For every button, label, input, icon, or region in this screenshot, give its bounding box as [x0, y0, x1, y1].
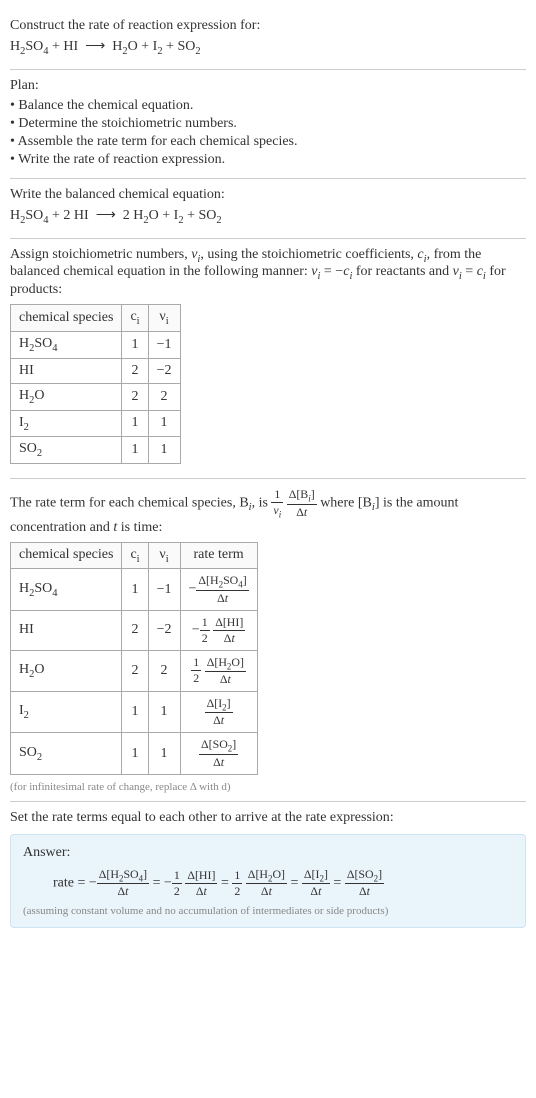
cell: 2 — [148, 650, 180, 691]
cell: 1 — [122, 410, 148, 437]
cell: −1 — [148, 331, 180, 358]
infinitesimal-note: (for infinitesimal rate of change, repla… — [10, 781, 526, 793]
cell: H2SO4 — [11, 331, 122, 358]
rate-expression: rate = −Δ[H2SO4]Δt = −12 Δ[HI]Δt = 12 Δ[… — [53, 867, 513, 899]
balanced-equation: H2SO4 + 2 HI ⟶ 2 H2O + I2 + SO2 — [10, 207, 526, 226]
table-header: ci — [122, 305, 148, 332]
table-row: H2SO41−1 — [11, 331, 181, 358]
cell: 1 — [122, 331, 148, 358]
cell: 1 — [122, 437, 148, 464]
cell: −2 — [148, 610, 180, 650]
cell: 2 — [122, 383, 148, 410]
intro-section: Construct the rate of reaction expressio… — [10, 10, 526, 70]
cell: 2 — [122, 358, 148, 383]
plan-section: Plan: • Balance the chemical equation. •… — [10, 70, 526, 179]
cell: H2O — [11, 650, 122, 691]
table-header: rate term — [180, 542, 257, 569]
cell: 1 — [122, 733, 148, 774]
plan-title: Plan: — [10, 78, 526, 94]
cell: −Δ[H2SO4]Δt — [180, 569, 257, 610]
table-header: νi — [148, 305, 180, 332]
cell: 1 — [122, 569, 148, 610]
cell: Δ[SO2]Δt — [180, 733, 257, 774]
table-row: H2O22 — [11, 383, 181, 410]
table-header: chemical species — [11, 542, 122, 569]
cell: 2 — [122, 650, 148, 691]
cell: 1 — [148, 733, 180, 774]
table-header: νi — [148, 542, 180, 569]
table-row: SO211Δ[SO2]Δt — [11, 733, 258, 774]
cell: SO2 — [11, 733, 122, 774]
balanced-section: Write the balanced chemical equation: H2… — [10, 179, 526, 239]
intro-text: Construct the rate of reaction expressio… — [10, 18, 526, 34]
balanced-text: Write the balanced chemical equation: — [10, 187, 526, 203]
cell: Δ[I2]Δt — [180, 692, 257, 733]
cell: 12 Δ[H2O]Δt — [180, 650, 257, 691]
assign-section: Assign stoichiometric numbers, νi, using… — [10, 239, 526, 480]
table-row: HI2−2−12 Δ[HI]Δt — [11, 610, 258, 650]
cell: 2 — [148, 383, 180, 410]
cell: −2 — [148, 358, 180, 383]
table-row: HI2−2 — [11, 358, 181, 383]
cell: 1 — [148, 410, 180, 437]
unbalanced-equation: H2SO4 + HI ⟶ H2O + I2 + SO2 — [10, 38, 526, 57]
table-row: I211Δ[I2]Δt — [11, 692, 258, 733]
table-row: H2O2212 Δ[H2O]Δt — [11, 650, 258, 691]
cell: 1 — [148, 437, 180, 464]
cell: H2O — [11, 383, 122, 410]
cell: I2 — [11, 692, 122, 733]
cell: 2 — [122, 610, 148, 650]
plan-bullet: • Determine the stoichiometric numbers. — [10, 116, 526, 132]
rate-term-section: The rate term for each chemical species,… — [10, 479, 526, 802]
table-row: SO211 — [11, 437, 181, 464]
table-row: H2SO41−1−Δ[H2SO4]Δt — [11, 569, 258, 610]
table-row: I211 — [11, 410, 181, 437]
rate-term-table: chemical species ci νi rate term H2SO41−… — [10, 542, 258, 775]
table-header: chemical species — [11, 305, 122, 332]
cell: 1 — [122, 692, 148, 733]
plan-bullet: • Write the rate of reaction expression. — [10, 152, 526, 168]
cell: SO2 — [11, 437, 122, 464]
cell: −12 Δ[HI]Δt — [180, 610, 257, 650]
cell: HI — [11, 358, 122, 383]
cell: HI — [11, 610, 122, 650]
cell: −1 — [148, 569, 180, 610]
cell: I2 — [11, 410, 122, 437]
plan-bullet: • Balance the chemical equation. — [10, 98, 526, 114]
rate-term-text: The rate term for each chemical species,… — [10, 487, 526, 535]
stoich-table: chemical species ci νi H2SO41−1 HI2−2 H2… — [10, 304, 181, 464]
answer-box: Answer: rate = −Δ[H2SO4]Δt = −12 Δ[HI]Δt… — [10, 834, 526, 928]
set-equal-text: Set the rate terms equal to each other t… — [10, 810, 526, 826]
assign-text: Assign stoichiometric numbers, νi, using… — [10, 247, 526, 299]
answer-title: Answer: — [23, 845, 513, 861]
cell: 1 — [148, 692, 180, 733]
plan-bullet: • Assemble the rate term for each chemic… — [10, 134, 526, 150]
table-header: ci — [122, 542, 148, 569]
cell: H2SO4 — [11, 569, 122, 610]
answer-note: (assuming constant volume and no accumul… — [23, 905, 513, 917]
set-equal-section: Set the rate terms equal to each other t… — [10, 802, 526, 936]
